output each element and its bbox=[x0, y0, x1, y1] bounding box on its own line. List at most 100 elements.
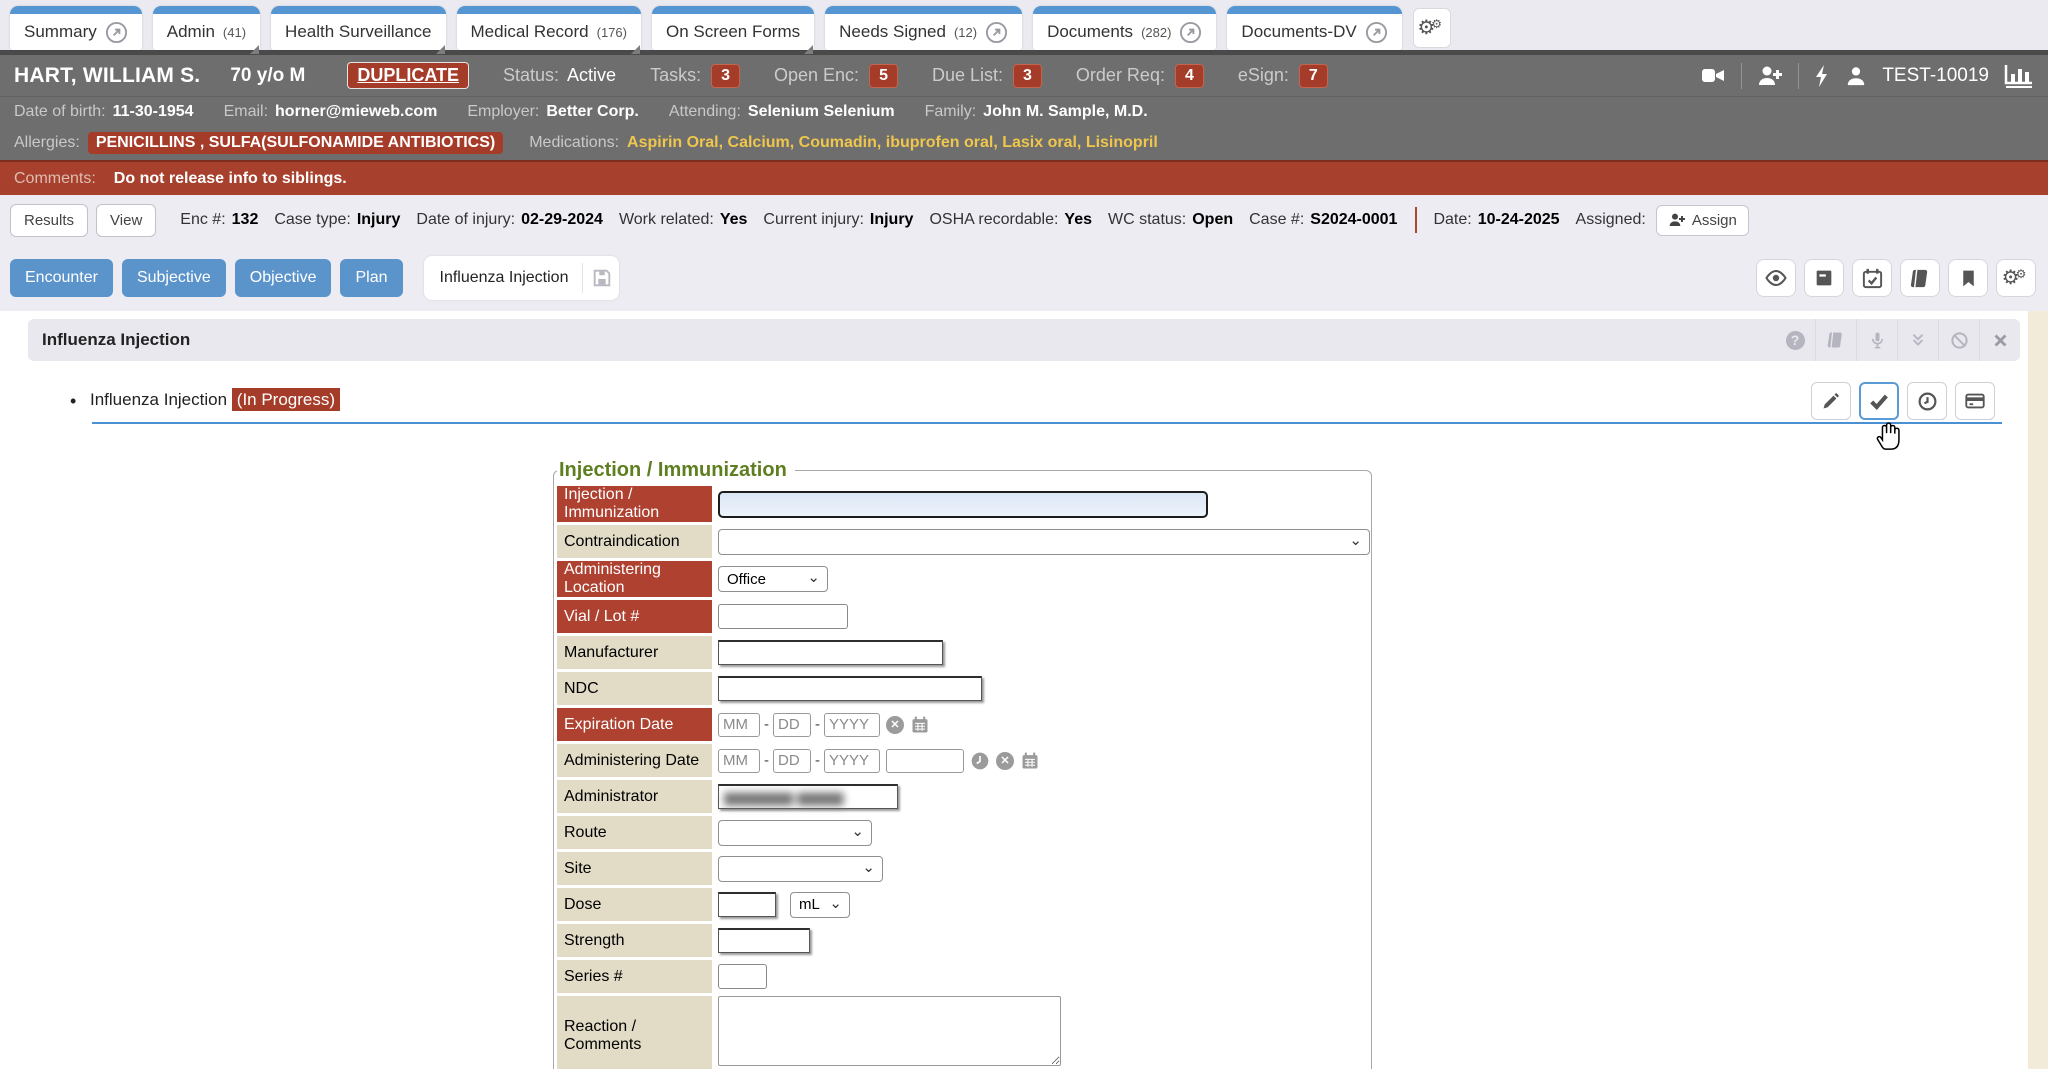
external-link-icon[interactable] bbox=[1365, 21, 1388, 44]
disable-button[interactable] bbox=[1939, 319, 1979, 361]
ndc-input[interactable] bbox=[718, 676, 982, 701]
expiration-day-input[interactable] bbox=[773, 713, 811, 737]
tasks-count-badge[interactable]: 3 bbox=[711, 64, 740, 88]
form-row: Administering Location Office bbox=[557, 561, 1371, 597]
series-input[interactable] bbox=[718, 964, 767, 989]
medication-link[interactable]: Coumadin bbox=[799, 134, 886, 152]
administering-time-input[interactable] bbox=[886, 749, 964, 773]
active-note-tab[interactable]: Influenza Injection bbox=[424, 256, 620, 300]
form-row: Manufacturer bbox=[557, 636, 1371, 669]
section-title: Influenza Injection bbox=[28, 330, 190, 350]
administering-location-value: Office bbox=[727, 571, 766, 588]
allergies-badge[interactable]: PENICILLINS , SULFA(SULFONAMIDE ANTIBIOT… bbox=[88, 132, 503, 154]
esign-count-badge[interactable]: 7 bbox=[1299, 64, 1328, 88]
dose-input[interactable] bbox=[718, 892, 776, 917]
calendar-check-icon bbox=[1861, 267, 1884, 290]
site-select[interactable] bbox=[718, 856, 883, 882]
clear-date-icon[interactable]: ✕ bbox=[886, 716, 904, 734]
objective-button[interactable]: Objective bbox=[235, 259, 332, 297]
administering-day-input[interactable] bbox=[773, 749, 811, 773]
tab-label: Health Surveillance bbox=[285, 22, 431, 42]
administering-month-input[interactable] bbox=[718, 749, 760, 773]
reaction-comments-textarea[interactable] bbox=[718, 996, 1061, 1066]
order-req-count-badge[interactable]: 4 bbox=[1175, 64, 1204, 88]
book-icon bbox=[1826, 330, 1846, 350]
knowledge-button[interactable] bbox=[1816, 319, 1856, 361]
calendar-icon[interactable] bbox=[910, 715, 930, 735]
open-enc-count-badge[interactable]: 5 bbox=[869, 64, 898, 88]
contraindication-select[interactable] bbox=[718, 529, 1370, 555]
ledger-button[interactable] bbox=[1900, 259, 1940, 297]
external-link-icon[interactable] bbox=[105, 21, 128, 44]
strength-label: Strength bbox=[557, 924, 712, 957]
archive-button[interactable] bbox=[1804, 259, 1844, 297]
manufacturer-label: Manufacturer bbox=[557, 636, 712, 669]
patient-name: HART, WILLIAM S. bbox=[14, 64, 200, 88]
collapse-button[interactable] bbox=[1898, 319, 1938, 361]
injection-immunization-input[interactable] bbox=[718, 491, 1208, 518]
vial-lot-input[interactable] bbox=[718, 604, 848, 629]
tab-settings-button[interactable]: ⚙⚙ bbox=[1413, 8, 1451, 48]
clear-date-icon[interactable]: ✕ bbox=[996, 752, 1014, 770]
save-floppy-icon[interactable] bbox=[591, 267, 613, 289]
settings-button[interactable]: ⚙⚙ bbox=[1996, 259, 2036, 297]
tab-needs-signed[interactable]: Needs Signed(12) bbox=[825, 6, 1022, 50]
dose-label: Dose bbox=[557, 888, 712, 921]
administering-year-input[interactable] bbox=[824, 749, 880, 773]
medication-link[interactable]: ibuprofen oral bbox=[886, 134, 1002, 152]
dose-unit-select[interactable]: mL bbox=[790, 892, 850, 918]
tab-health-surveillance[interactable]: Health Surveillance bbox=[271, 6, 445, 50]
manufacturer-input[interactable] bbox=[718, 640, 943, 665]
tab-admin[interactable]: Admin(41) bbox=[153, 6, 260, 50]
close-button[interactable] bbox=[1980, 319, 2020, 361]
plan-button[interactable]: Plan bbox=[340, 259, 402, 297]
due-list-count-badge[interactable]: 3 bbox=[1013, 64, 1042, 88]
external-link-icon[interactable] bbox=[1179, 21, 1202, 44]
medication-link[interactable]: Lisinopril bbox=[1086, 134, 1158, 152]
chart-icon[interactable] bbox=[2004, 63, 2034, 89]
form-row: Series # bbox=[557, 960, 1371, 993]
divider bbox=[1741, 63, 1742, 89]
expiration-year-input[interactable] bbox=[824, 713, 880, 737]
person-add-icon[interactable] bbox=[1757, 64, 1783, 88]
preview-button[interactable] bbox=[1756, 259, 1796, 297]
tab-documents-dv[interactable]: Documents-DV bbox=[1227, 6, 1401, 50]
video-camera-icon[interactable] bbox=[1700, 65, 1726, 87]
tab-documents[interactable]: Documents(282) bbox=[1033, 6, 1216, 50]
tab-on-screen-forms[interactable]: On Screen Forms bbox=[652, 6, 814, 50]
medication-link[interactable]: Aspirin Oral bbox=[627, 134, 727, 152]
calendar-icon[interactable] bbox=[1020, 751, 1040, 771]
bookmark-button[interactable] bbox=[1948, 259, 1988, 297]
view-button[interactable]: View bbox=[96, 204, 156, 237]
complete-button[interactable] bbox=[1859, 382, 1899, 420]
subjective-button[interactable]: Subjective bbox=[122, 259, 226, 297]
medication-link[interactable]: Lasix oral bbox=[1002, 134, 1086, 152]
results-button[interactable]: Results bbox=[10, 204, 88, 237]
tab-medical-record[interactable]: Medical Record(176) bbox=[457, 6, 641, 50]
help-button[interactable]: ? bbox=[1775, 319, 1815, 361]
assign-button[interactable]: Assign bbox=[1656, 205, 1749, 236]
edit-button[interactable] bbox=[1811, 382, 1851, 420]
clock-icon[interactable] bbox=[970, 751, 990, 771]
form-row: Vial / Lot # bbox=[557, 600, 1371, 633]
duplicate-badge[interactable]: DUPLICATE bbox=[347, 62, 469, 89]
strength-input[interactable] bbox=[718, 928, 810, 953]
external-link-icon[interactable] bbox=[985, 21, 1008, 44]
administering-location-select[interactable]: Office bbox=[718, 566, 828, 592]
medication-link[interactable]: Calcium bbox=[728, 134, 799, 152]
question-icon: ? bbox=[1786, 331, 1805, 350]
billing-button[interactable] bbox=[1955, 382, 1995, 420]
schedule-button[interactable] bbox=[1852, 259, 1892, 297]
injection-immunization-label: Injection / Immunization bbox=[557, 486, 712, 522]
tab-summary[interactable]: Summary bbox=[10, 6, 142, 50]
item-underline bbox=[92, 422, 2002, 424]
history-button[interactable] bbox=[1907, 382, 1947, 420]
encounter-button[interactable]: Encounter bbox=[10, 259, 113, 297]
dictate-button[interactable] bbox=[1857, 319, 1897, 361]
tab-label: Documents-DV bbox=[1241, 22, 1356, 42]
route-select[interactable] bbox=[718, 820, 872, 846]
administrator-input[interactable]: ▆▆▆▆▆▆ ▆▆▆▆ bbox=[718, 784, 898, 809]
gears-icon: ⚙⚙ bbox=[2002, 268, 2031, 288]
lightning-icon[interactable] bbox=[1814, 64, 1830, 88]
expiration-month-input[interactable] bbox=[718, 713, 760, 737]
